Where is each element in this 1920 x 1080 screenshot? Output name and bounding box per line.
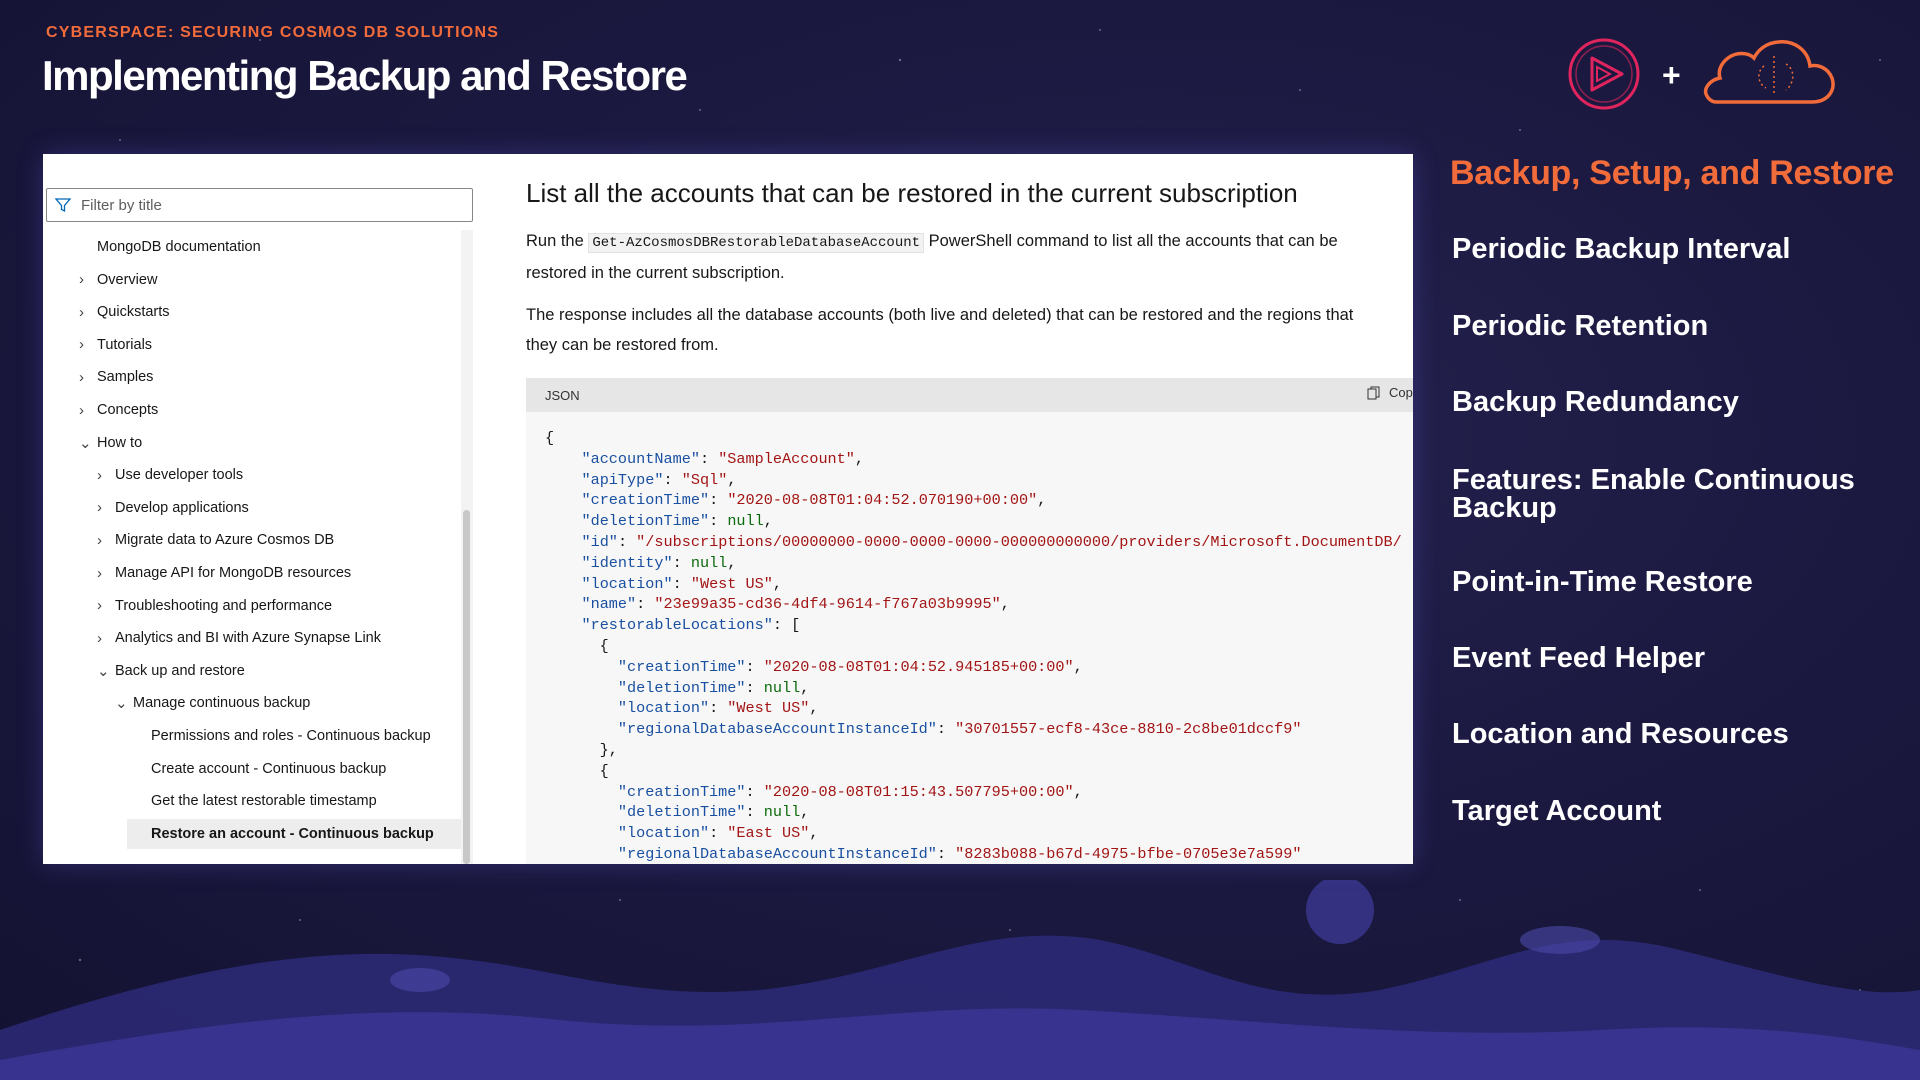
topics-title: Backup, Setup, and Restore — [1450, 154, 1894, 192]
page-title: Implementing Backup and Restore — [42, 52, 688, 99]
chevron-right-icon[interactable]: › — [97, 467, 109, 484]
chevron-right-icon[interactable]: › — [79, 304, 91, 321]
moon-surface-illustration — [0, 880, 1920, 1080]
chevron-right-icon[interactable]: › — [97, 499, 109, 516]
topic-item: Location and Resources — [1452, 718, 1789, 750]
json-code: { "accountName": "SampleAccount", "apiTy… — [545, 429, 1402, 863]
toc-item-label: Manage continuous backup — [133, 695, 311, 712]
toc-item[interactable]: › Manage API for MongoDB resources — [97, 558, 351, 588]
toc-item-label: Overview — [97, 271, 158, 288]
chevron-right-icon[interactable]: › — [97, 565, 109, 582]
chevron-right-icon[interactable]: › — [97, 597, 109, 614]
filter-by-title-field[interactable] — [46, 188, 473, 222]
paragraph-response: The response includes all the database a… — [526, 300, 1406, 360]
toc-item[interactable]: › Use developer tools — [97, 460, 243, 490]
toc-item[interactable]: › Develop applications — [97, 493, 249, 523]
filter-input[interactable] — [81, 196, 461, 214]
toc-item-label: Create account - Continuous backup — [151, 760, 387, 777]
toc-item[interactable]: › Overview — [79, 265, 157, 295]
paragraph-text: PowerShell command to list all the accou… — [924, 232, 1338, 250]
toc-item-label: Quickstarts — [97, 304, 170, 321]
topic-item: Features: Enable Continuous Backup — [1452, 464, 1855, 524]
chevron-right-icon[interactable]: › — [79, 271, 91, 288]
toc-item[interactable]: ⌄ How to — [79, 428, 142, 458]
toc-sidebar: MongoDB documentation › Overview › Quickstar… — [43, 154, 475, 864]
chevron-down-icon[interactable]: ⌄ — [115, 694, 128, 712]
toc-item[interactable]: ⌄ Back up and restore — [97, 656, 245, 686]
cloud-brain-icon — [1703, 40, 1835, 104]
toc-item[interactable]: Create account - Continuous backup — [133, 754, 386, 784]
inline-code-command: Get-AzCosmosDBRestorableDatabaseAccount — [588, 233, 925, 253]
paragraph-text: restored in the current subscription. — [526, 264, 785, 282]
course-label: CYBERSPACE: SECURING COSMOS DB SOLUTIONS — [46, 24, 500, 41]
copy-button[interactable]: Copy — [1367, 385, 1413, 400]
toc-item-label: Samples — [97, 369, 154, 386]
logo-plus: + — [1662, 57, 1681, 93]
article-content: List all the accounts that can be restor… — [526, 154, 1413, 864]
toc-item-label: Migrate data to Azure Cosmos DB — [115, 532, 335, 549]
toc-item-label: Back up and restore — [115, 662, 245, 679]
chevron-right-icon[interactable]: › — [79, 336, 91, 353]
chevron-down-icon[interactable]: ⌄ — [97, 662, 110, 680]
toc-item[interactable]: ⌄ Manage continuous backup — [115, 688, 310, 718]
filter-icon — [55, 198, 71, 213]
toc-item-label: Develop applications — [115, 499, 249, 516]
toc-item-label: Get the latest restorable timestamp — [151, 793, 377, 810]
topic-item: Backup Redundancy — [1452, 386, 1739, 418]
topic-item: Target Account — [1452, 795, 1662, 827]
paragraph-text: The response includes all the database a… — [526, 306, 1354, 324]
toc-item[interactable]: Get the latest restorable timestamp — [133, 786, 377, 816]
topic-item: Periodic Backup Interval — [1452, 233, 1791, 265]
toc-item-label: MongoDB documentation — [97, 239, 261, 255]
toc-item[interactable]: › Samples — [79, 362, 153, 392]
toc-item[interactable]: Permissions and roles - Continuous backu… — [133, 721, 431, 751]
chevron-right-icon[interactable]: › — [79, 402, 91, 419]
toc-item[interactable]: Restore an account - Continuous backup — [127, 818, 469, 849]
toc-item-label: Concepts — [97, 402, 159, 418]
play-circle-icon — [1568, 38, 1640, 110]
toc-item-label: Use developer tools — [115, 467, 244, 484]
toc-item-label: Restore an account - Continuous backup — [151, 825, 434, 842]
toc-item[interactable]: › Migrate data to Azure Cosmos DB — [97, 525, 334, 555]
topic-item: Point-in-Time Restore — [1452, 566, 1753, 598]
code-language-label: JSON — [545, 387, 580, 403]
toc-item-label: How to — [97, 434, 143, 451]
toc-item-label: Manage API for MongoDB resources — [115, 565, 352, 581]
topic-item: Event Feed Helper — [1452, 642, 1706, 674]
code-block: JSON Copy { "accountName": "SampleAccoun… — [526, 378, 1413, 864]
toc-item-label: Analytics and BI with Azure Synapse Link — [115, 630, 381, 647]
chevron-down-icon[interactable]: ⌄ — [79, 434, 92, 452]
toc-item-label: Troubleshooting and performance — [115, 597, 333, 614]
toc-item[interactable]: › Analytics and BI with Azure Synapse Lin… — [97, 623, 381, 653]
toc-item[interactable]: MongoDB documentation — [79, 232, 261, 262]
toc-item[interactable]: › Concepts — [79, 395, 158, 425]
paragraph-text: they can be restored from. — [526, 336, 719, 354]
scrollbar-thumb[interactable] — [463, 510, 470, 864]
toc-item[interactable]: › Quickstarts — [79, 297, 170, 327]
code-header: JSON Copy — [526, 378, 1413, 412]
chevron-right-icon[interactable]: › — [97, 532, 109, 549]
chevron-right-icon[interactable]: › — [97, 630, 109, 647]
topic-item: Periodic Retention — [1452, 310, 1709, 342]
article-heading: List all the accounts that can be restor… — [526, 178, 1298, 208]
toc-item[interactable]: › Tutorials — [79, 330, 152, 360]
brand-logos: + — [1568, 38, 1835, 110]
toc-item-label: Tutorials — [97, 336, 153, 353]
toc-item-label: Permissions and roles - Continuous backu… — [151, 728, 431, 744]
paragraph-run-command: Run the Get-AzCosmosDBRestorableDatabase… — [526, 226, 1406, 288]
copy-label[interactable]: Copy — [1389, 385, 1413, 400]
toc-scrollbar[interactable] — [461, 230, 473, 864]
chevron-right-icon[interactable]: › — [79, 369, 91, 386]
paragraph-text: Run the — [526, 232, 589, 250]
copy-icon — [1367, 386, 1380, 399]
documentation-screenshot: MongoDB documentation › Overview › Quickstar… — [43, 154, 1413, 864]
toc-item[interactable]: › Troubleshooting and performance — [97, 591, 332, 621]
